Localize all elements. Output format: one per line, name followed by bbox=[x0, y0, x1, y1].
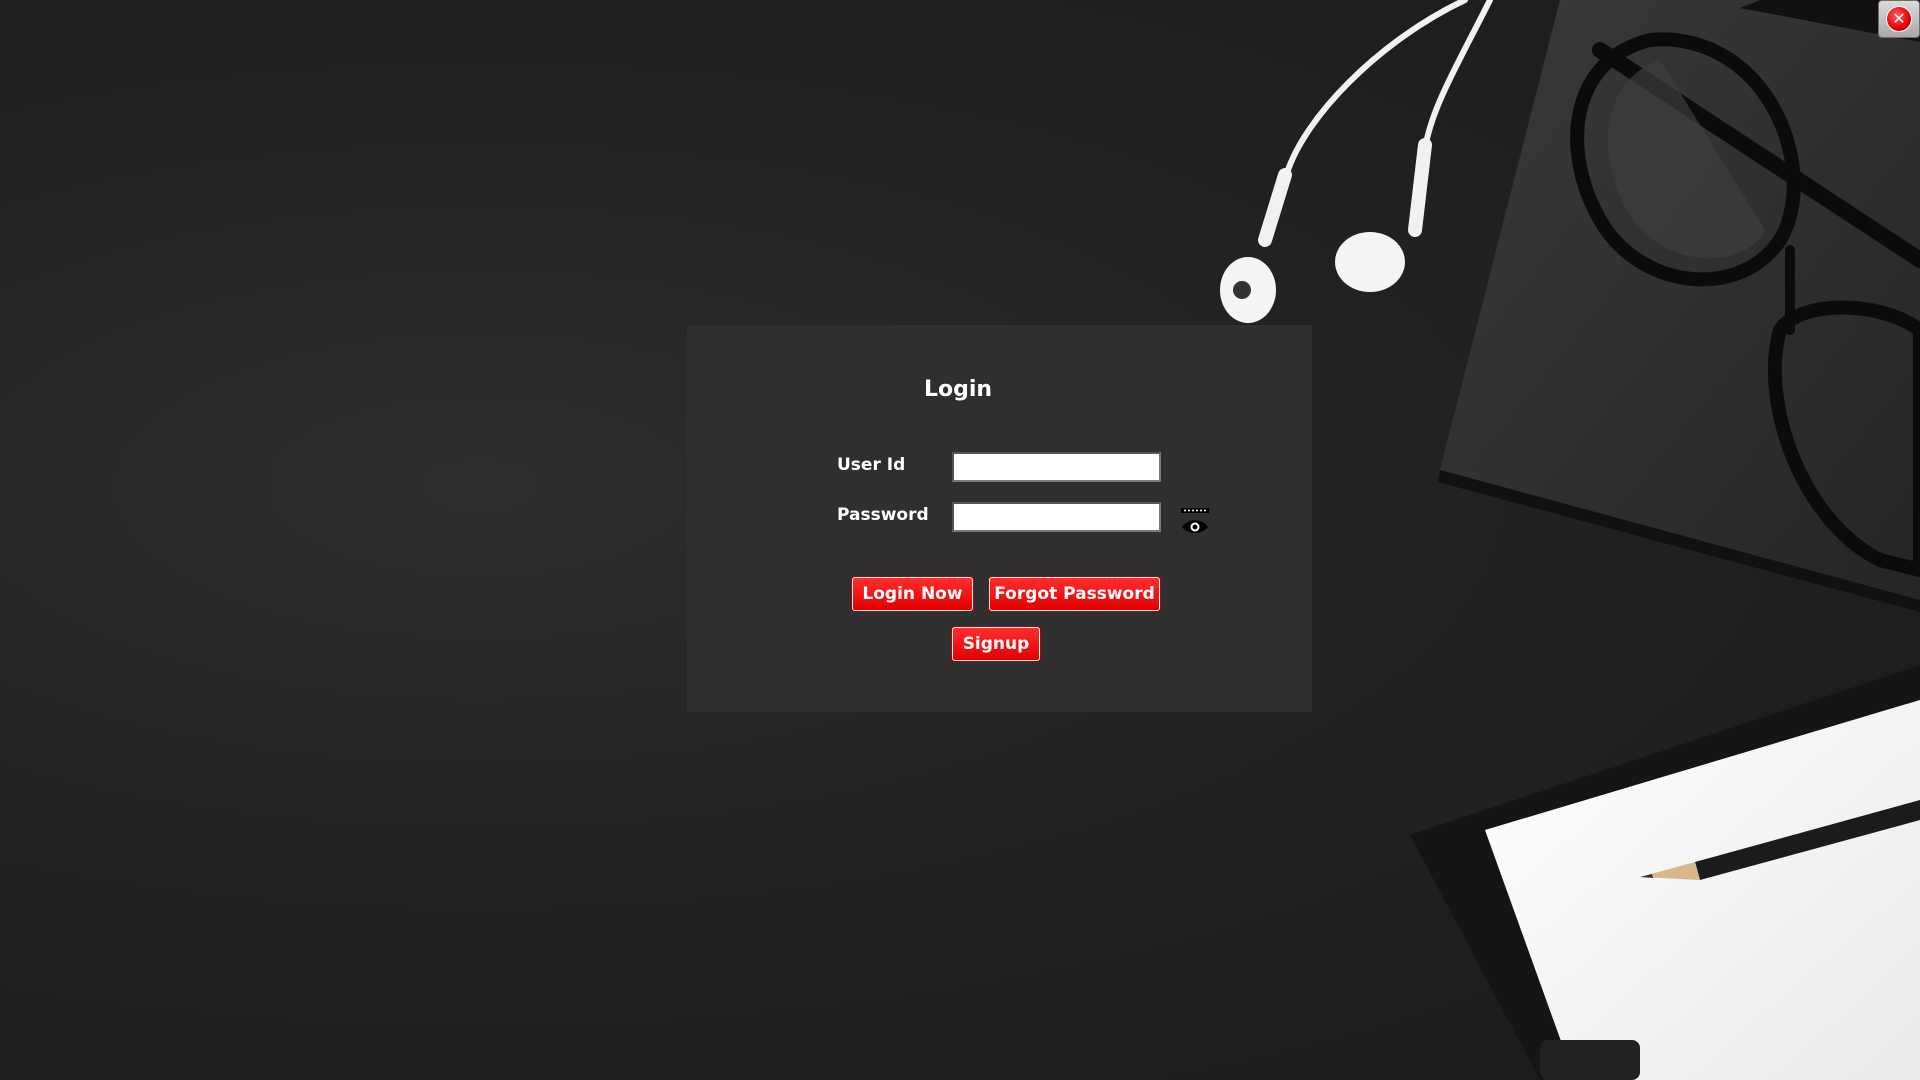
password-label: Password bbox=[837, 505, 929, 525]
userid-label: User Id bbox=[837, 455, 906, 475]
close-icon: ✕ bbox=[1886, 6, 1912, 32]
earbuds-decor bbox=[1220, 232, 1405, 323]
eye-icon[interactable] bbox=[1179, 505, 1211, 537]
forgot-password-button[interactable]: Forgot Password bbox=[988, 576, 1161, 612]
login-panel: Login User Id Password Login Now Forgot … bbox=[687, 325, 1312, 712]
app-window: ✕ Login User Id Password Login Now Forgo… bbox=[0, 0, 1920, 1080]
userid-input[interactable] bbox=[952, 452, 1161, 482]
login-now-button[interactable]: Login Now bbox=[851, 576, 974, 612]
earphones-decor bbox=[1258, 0, 1493, 247]
password-input[interactable] bbox=[952, 502, 1161, 532]
login-title: Login bbox=[924, 377, 993, 402]
close-button[interactable]: ✕ bbox=[1878, 0, 1920, 38]
signup-button[interactable]: Signup bbox=[951, 626, 1041, 662]
